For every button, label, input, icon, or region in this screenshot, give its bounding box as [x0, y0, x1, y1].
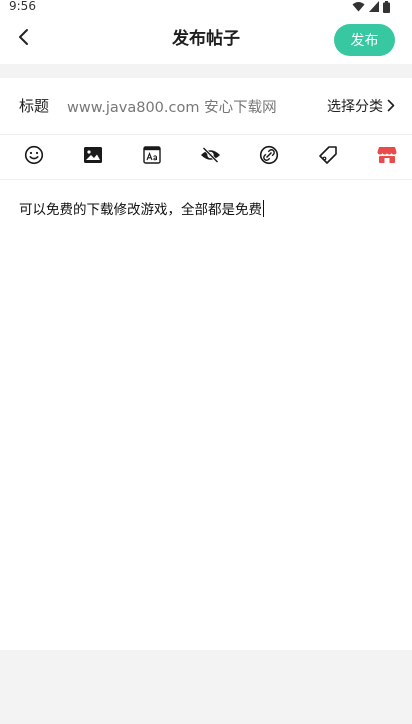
text-format-icon	[143, 146, 161, 168]
title-label: 标题	[19, 97, 50, 115]
tag-icon	[318, 145, 338, 169]
category-label: 选择分类	[327, 99, 383, 115]
hidden-content-button[interactable]	[199, 146, 221, 168]
image-icon	[83, 146, 103, 168]
bottom-panel	[0, 650, 412, 724]
post-editor[interactable]: 可以免费的下载修改游戏，全部都是免费	[0, 180, 412, 650]
section-divider	[0, 64, 412, 78]
hidden-content-icon	[200, 146, 221, 167]
emoji-button[interactable]	[23, 145, 45, 169]
shop-icon	[377, 146, 397, 168]
emoji-icon	[24, 145, 44, 169]
title-row: 标题 选择分类	[0, 78, 412, 135]
status-time: 9:56	[9, 0, 36, 13]
editor-toolbar	[0, 135, 412, 180]
category-select[interactable]: 选择分类	[327, 94, 395, 118]
chevron-right-icon	[387, 97, 395, 116]
link-icon	[259, 145, 279, 169]
status-bar: 9:56	[0, 0, 412, 14]
shop-button[interactable]	[376, 146, 398, 168]
battery-icon	[383, 0, 390, 13]
title-input[interactable]	[67, 94, 313, 118]
editor-text: 可以免费的下载修改游戏，全部都是免费	[19, 202, 262, 218]
publish-button[interactable]: 发布	[334, 24, 395, 56]
signal-icon	[369, 1, 379, 12]
wifi-icon	[352, 1, 365, 12]
link-button[interactable]	[258, 145, 280, 169]
image-button[interactable]	[82, 146, 104, 168]
status-icons	[352, 0, 390, 13]
tag-button[interactable]	[317, 146, 339, 168]
text-format-button[interactable]	[141, 146, 163, 168]
header: 发布帖子 发布	[0, 14, 412, 64]
text-caret	[263, 200, 264, 217]
editor-content[interactable]: 可以免费的下载修改游戏，全部都是免费	[19, 200, 264, 220]
